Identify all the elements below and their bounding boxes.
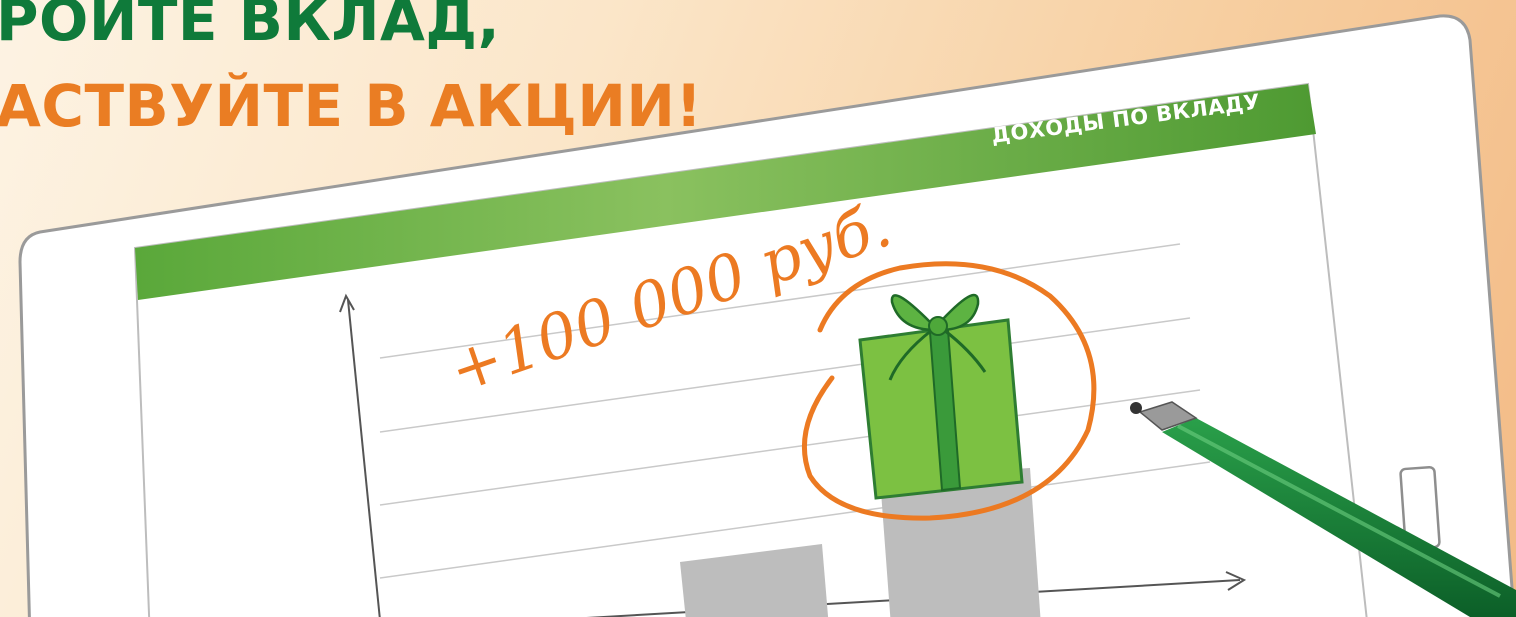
tablet-illustration [18, 14, 1516, 617]
